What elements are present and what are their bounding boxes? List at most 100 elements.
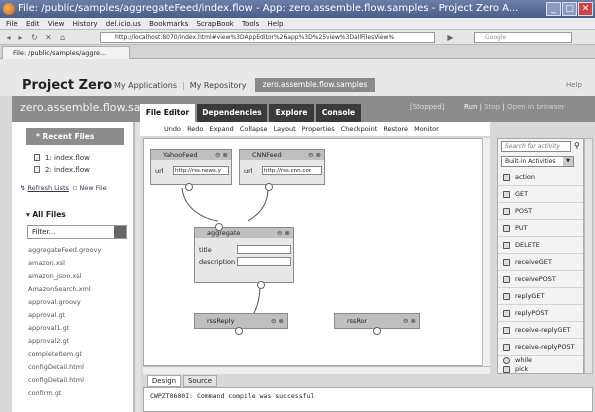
- palette-item-while[interactable]: while: [498, 356, 583, 365]
- output-port[interactable]: [265, 183, 273, 191]
- file-list-item[interactable]: approval.gt: [28, 311, 65, 319]
- reload-icon[interactable]: ↻: [30, 33, 39, 42]
- node-header[interactable]: rssRor ⊖ ⊗: [335, 314, 419, 328]
- tab-file-editor[interactable]: File Editor: [140, 104, 195, 122]
- undo-button[interactable]: Undo: [164, 125, 181, 133]
- minimize-button[interactable]: _: [546, 2, 561, 16]
- tab-console[interactable]: Console: [316, 104, 361, 122]
- description-field[interactable]: [237, 257, 291, 266]
- file-list-item[interactable]: approval.groovy: [28, 298, 81, 306]
- menu-scrapbook[interactable]: ScrapBook: [196, 20, 233, 28]
- url-bar[interactable]: http://localhost:8070/index.html#view%3D…: [100, 32, 435, 43]
- nav-my-applications[interactable]: My Applications: [114, 81, 177, 90]
- node-controls-icon[interactable]: ⊖ ⊗: [271, 314, 284, 328]
- cnn-feed-node[interactable]: CNNFeed ⊖ ⊗ url http://rss.cnn.cor: [239, 149, 325, 191]
- file-list-item[interactable]: confirm.gt: [28, 389, 61, 397]
- palette-item-action[interactable]: action: [498, 169, 583, 186]
- filter-input[interactable]: Filter...: [27, 225, 127, 239]
- restore-button[interactable]: Restore: [383, 125, 408, 133]
- close-button[interactable]: ✕: [578, 2, 593, 16]
- rss-ror-node[interactable]: rssRor ⊖ ⊗: [334, 313, 420, 335]
- palette-item-replyget[interactable]: replyGET: [498, 288, 583, 305]
- palette-scrollbar[interactable]: [584, 138, 593, 374]
- rss-reply-node[interactable]: rssReply ⊖ ⊗: [194, 313, 288, 335]
- yahoo-feed-node[interactable]: YahooFeed ⊖ ⊗ url http://rss.news.y: [150, 149, 232, 191]
- activity-category-select[interactable]: Built-in Activities ▼: [501, 156, 574, 167]
- menu-tools[interactable]: Tools: [242, 20, 259, 28]
- file-list-item[interactable]: configDetail.html: [28, 376, 84, 384]
- recent-file-item[interactable]: 2: index.flow: [34, 166, 90, 174]
- node-controls-icon[interactable]: ⊖ ⊗: [308, 150, 321, 160]
- palette-item-receive-replyget[interactable]: receive-replyGET: [498, 322, 583, 339]
- file-list-item[interactable]: amazon.xsl: [28, 259, 65, 267]
- monitor-button[interactable]: Monitor: [414, 125, 439, 133]
- browser-tab[interactable]: File: /public/samples/aggre...: [2, 46, 130, 59]
- file-list-item[interactable]: completeItem.gt: [28, 350, 82, 358]
- redo-button[interactable]: Redo: [187, 125, 203, 133]
- palette-item-post[interactable]: POST: [498, 203, 583, 220]
- sidebar-resize-handle[interactable]: [134, 122, 141, 412]
- tab-source[interactable]: Source: [183, 375, 217, 387]
- home-icon[interactable]: ⌂: [58, 33, 67, 42]
- forward-icon[interactable]: ▸: [16, 33, 25, 42]
- menu-bookmarks[interactable]: Bookmarks: [149, 20, 188, 28]
- help-link[interactable]: Help: [566, 81, 582, 89]
- run-link[interactable]: Run: [464, 103, 477, 111]
- maximize-button[interactable]: □: [562, 2, 577, 16]
- active-app-tab[interactable]: zero.assemble.flow.samples: [255, 78, 375, 92]
- recent-file-item[interactable]: 1: index.flow: [34, 154, 90, 162]
- file-list-item[interactable]: amazon_json.xsl: [28, 272, 81, 280]
- palette-item-receiveget[interactable]: receiveGET: [498, 254, 583, 271]
- file-list-item[interactable]: configDetail.html: [28, 363, 84, 371]
- properties-button[interactable]: Properties: [302, 125, 335, 133]
- menu-history[interactable]: History: [73, 20, 98, 28]
- stop-icon[interactable]: ✕: [44, 33, 53, 42]
- nav-my-repository[interactable]: My Repository: [190, 81, 247, 90]
- menu-help[interactable]: Help: [268, 20, 284, 28]
- refresh-lists-link[interactable]: Refresh Lists: [28, 184, 69, 192]
- url-field[interactable]: http://rss.news.y: [173, 166, 229, 175]
- all-files-header[interactable]: ▾ All Files: [26, 210, 66, 219]
- node-header[interactable]: rssReply ⊖ ⊗: [195, 314, 287, 328]
- layout-button[interactable]: Layout: [274, 125, 296, 133]
- checkpoint-button[interactable]: Checkpoint: [341, 125, 378, 133]
- node-header[interactable]: aggregate ⊖ ⊗: [195, 228, 293, 238]
- node-controls-icon[interactable]: ⊖ ⊗: [277, 228, 290, 238]
- node-controls-icon[interactable]: ⊖ ⊗: [215, 150, 228, 160]
- canvas-vertical-scrollbar[interactable]: [482, 138, 490, 366]
- node-header[interactable]: CNNFeed ⊖ ⊗: [240, 150, 324, 160]
- file-list-item[interactable]: approval1.gt: [28, 324, 69, 332]
- canvas-horizontal-scrollbar[interactable]: [143, 366, 490, 374]
- node-controls-icon[interactable]: ⊖ ⊗: [403, 314, 416, 328]
- palette-item-replypost[interactable]: replyPOST: [498, 305, 583, 322]
- input-port[interactable]: [215, 223, 223, 231]
- go-icon[interactable]: ▶: [446, 33, 455, 42]
- new-file-link[interactable]: New File: [80, 184, 107, 192]
- output-port[interactable]: [235, 327, 243, 335]
- palette-item-put[interactable]: PUT: [498, 220, 583, 237]
- back-icon[interactable]: ◂: [4, 33, 13, 42]
- open-in-browser-link[interactable]: Open in browser: [507, 103, 565, 111]
- filter-button[interactable]: [114, 226, 126, 238]
- palette-item-delete[interactable]: DELETE: [498, 237, 583, 254]
- file-list-item[interactable]: aggregateFeed.groovy: [28, 246, 101, 254]
- activity-search-input[interactable]: Search for activity: [501, 141, 571, 152]
- output-port[interactable]: [257, 281, 265, 289]
- flow-canvas[interactable]: YahooFeed ⊖ ⊗ url http://rss.news.y CNNFee…: [143, 138, 490, 366]
- menu-file[interactable]: File: [6, 20, 18, 28]
- tab-dependencies[interactable]: Dependencies: [197, 104, 267, 122]
- file-list-item[interactable]: AmazonSearch.xml: [28, 285, 91, 293]
- tab-explore[interactable]: Explore: [269, 104, 314, 122]
- stop-link[interactable]: Stop: [484, 103, 500, 111]
- output-port[interactable]: [373, 327, 381, 335]
- file-list-item[interactable]: approval2.gt: [28, 337, 69, 345]
- menu-delicious[interactable]: del.icio.us: [106, 20, 141, 28]
- url-field[interactable]: http://rss.cnn.cor: [262, 166, 322, 175]
- palette-item-get[interactable]: GET: [498, 186, 583, 203]
- collapse-button[interactable]: Collapse: [240, 125, 268, 133]
- title-field[interactable]: [237, 245, 291, 254]
- expand-button[interactable]: Expand: [209, 125, 233, 133]
- menu-view[interactable]: View: [48, 20, 65, 28]
- menu-edit[interactable]: Edit: [26, 20, 40, 28]
- palette-item-receive-replypost[interactable]: receive-replyPOST: [498, 339, 583, 356]
